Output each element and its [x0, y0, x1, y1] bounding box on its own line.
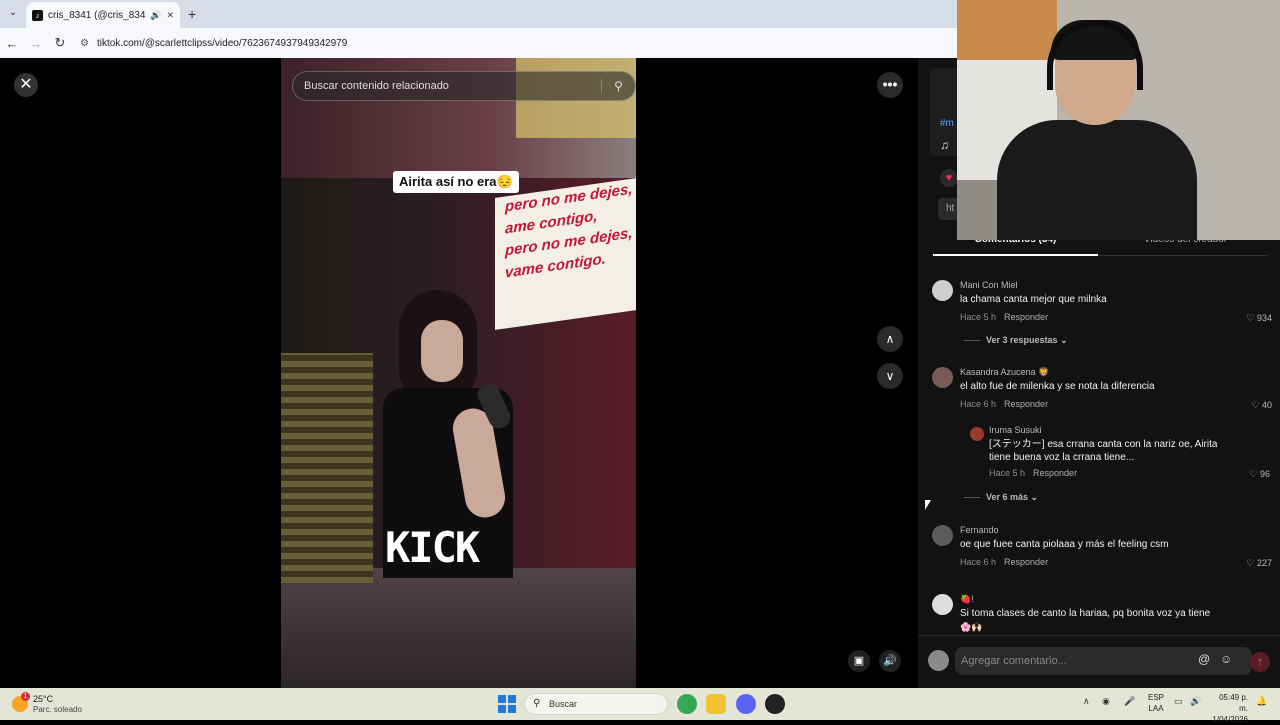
browser-tab[interactable]: ♪ cris_8341 (@cris_8341) | Tik 🔊 ✕: [26, 2, 180, 28]
site-info-icon[interactable]: ⚙: [80, 38, 89, 49]
avatar[interactable]: [932, 525, 953, 546]
windows-start-icon[interactable]: [498, 695, 516, 713]
close-tab-icon[interactable]: ✕: [166, 10, 174, 21]
emoji-icon[interactable]: ☺: [1220, 652, 1232, 666]
tiktok-favicon-icon: ♪: [32, 9, 43, 21]
close-icon[interactable]: ✕: [14, 73, 38, 97]
comment-meta: Hace 6 h Responder: [960, 557, 1049, 567]
avatar[interactable]: [932, 367, 953, 388]
volume-icon[interactable]: 🔊: [879, 650, 901, 672]
search-icon[interactable]: ⚲: [601, 79, 635, 93]
kick-watermark: KICK: [385, 523, 480, 572]
comment-emoji: 🌸🙌🏻: [960, 622, 983, 632]
comment-like[interactable]: ♡ 227: [1246, 558, 1272, 569]
comment-username[interactable]: Mani Con Miel: [960, 280, 1018, 290]
comment-text: la chama canta mejor que milnka: [960, 294, 1107, 305]
notification-badge: 1: [21, 692, 30, 701]
file-explorer-icon[interactable]: [706, 694, 726, 714]
video-stage: ✕ pero no me dejes, ame contigo, pero no…: [0, 58, 918, 688]
notification-icon[interactable]: 🔔: [1256, 696, 1267, 707]
karaoke-screen: pero no me dejes, ame contigo, pero no m…: [495, 178, 636, 330]
search-icon: ⚲: [533, 698, 541, 709]
avatar[interactable]: [932, 594, 953, 615]
floating-player-icon[interactable]: ▣: [848, 650, 870, 672]
comment-like[interactable]: ♡ 934: [1246, 313, 1272, 324]
reply-text: [ステッカー] esa crrana canta con la nariz oe…: [989, 439, 1218, 463]
more-options-icon[interactable]: •••: [877, 72, 903, 98]
comment-text: el alto fue de milenka y se nota la dife…: [960, 381, 1155, 392]
clock[interactable]: 05:49 p. m. 1/04/2026: [1208, 692, 1248, 725]
weather-description: Parc. soleado: [33, 705, 82, 714]
tray-expand-icon[interactable]: ∧: [1083, 696, 1090, 707]
tray-app-icon[interactable]: ◉: [1102, 696, 1110, 707]
language-indicator[interactable]: ESP LAA: [1146, 692, 1166, 714]
microphone-icon[interactable]: 🎤: [1124, 696, 1135, 707]
reply-meta: Hace 5 h Responder: [989, 468, 1078, 478]
discord-icon[interactable]: [736, 694, 756, 714]
comment-like[interactable]: ♡ 40: [1251, 400, 1272, 411]
send-button[interactable]: ↑: [1250, 652, 1270, 672]
couch-image: [281, 353, 373, 583]
comment-meta: Hace 6 h Responder: [960, 399, 1049, 409]
comment-item: Mani Con Miel la chama canta mejor que m…: [932, 280, 1272, 350]
reply-button[interactable]: Responder: [1004, 312, 1048, 322]
comment-composer: Agregar comentario... @ ☺ ↑: [918, 635, 1280, 688]
avatar: [928, 650, 949, 671]
view-replies-button[interactable]: Ver 3 respuestas ⌄: [964, 335, 1068, 346]
comment-username[interactable]: Kasandra Azucena 🦁: [960, 367, 1049, 378]
heart-icon[interactable]: ♥: [940, 169, 958, 187]
tab-search-icon[interactable]: ⌄: [6, 7, 20, 21]
tab-title: cris_8341 (@cris_8341) | Tik: [48, 9, 146, 21]
hashtag-link[interactable]: #m: [940, 118, 954, 129]
video-caption: Airita así no era😔: [393, 171, 519, 193]
music-note-icon: ♫: [940, 138, 949, 152]
reply-like[interactable]: ♡ 96: [1249, 469, 1270, 480]
reply-item: Iruma Susuki [ステッカー] esa crrana canta co…: [970, 425, 1270, 481]
mention-icon[interactable]: @: [1198, 652, 1210, 666]
taskbar-search[interactable]: ⚲ Buscar: [524, 693, 668, 715]
avatar[interactable]: [932, 280, 953, 301]
back-button[interactable]: ←: [0, 36, 24, 51]
comment-username[interactable]: 🍓!: [960, 594, 974, 605]
forward-button[interactable]: →: [24, 36, 48, 51]
reply-button[interactable]: Responder: [1004, 557, 1048, 567]
view-more-replies-button[interactable]: Ver 6 más ⌄: [964, 492, 1038, 503]
taskbar: 1 25°C Parc. soleado ⚲ Buscar ∧ ◉ 🎤 ESP LA…: [0, 688, 1280, 724]
related-search-input[interactable]: Buscar contenido relacionado ⚲: [292, 71, 636, 101]
speaker-icon[interactable]: 🔊: [150, 10, 161, 21]
webcam-overlay: [957, 0, 1280, 240]
previous-video-button[interactable]: ∧: [877, 326, 903, 352]
comment-meta: Hace 5 h Responder: [960, 312, 1049, 322]
app-icon[interactable]: [765, 694, 785, 714]
weather-widget[interactable]: 1 25°C Parc. soleado: [12, 692, 102, 716]
address-bar[interactable]: tiktok.com/@scarlettclipss/video/7623674…: [97, 38, 347, 49]
reload-button[interactable]: ↻: [48, 35, 72, 51]
comment-item: 🍓! Si toma clases de canto la hariaa, pq…: [932, 594, 1272, 634]
reply-username[interactable]: Iruma Susuki: [989, 425, 1042, 435]
new-tab-button[interactable]: +: [188, 6, 196, 22]
mouse-cursor-icon: [925, 500, 931, 510]
next-video-button[interactable]: ∨: [877, 363, 903, 389]
video-player[interactable]: pero no me dejes, ame contigo, pero no m…: [281, 58, 636, 688]
comment-username[interactable]: Fernando: [960, 525, 999, 535]
avatar[interactable]: [970, 427, 984, 441]
comment-text: Si toma clases de canto la hariaa, pq bo…: [960, 608, 1211, 619]
network-icon[interactable]: ▭: [1174, 696, 1183, 707]
chrome-icon[interactable]: [677, 694, 697, 714]
volume-tray-icon[interactable]: 🔊: [1190, 696, 1201, 707]
reply-button[interactable]: Responder: [1004, 399, 1048, 409]
temperature: 25°C: [33, 694, 54, 704]
reply-button[interactable]: Responder: [1033, 468, 1077, 478]
streamer-image: [997, 120, 1197, 240]
comment-item: Fernando oe que fuee canta piolaaa y más…: [932, 525, 1272, 575]
comment-text: oe que fuee canta piolaaa y más el feeli…: [960, 539, 1169, 550]
